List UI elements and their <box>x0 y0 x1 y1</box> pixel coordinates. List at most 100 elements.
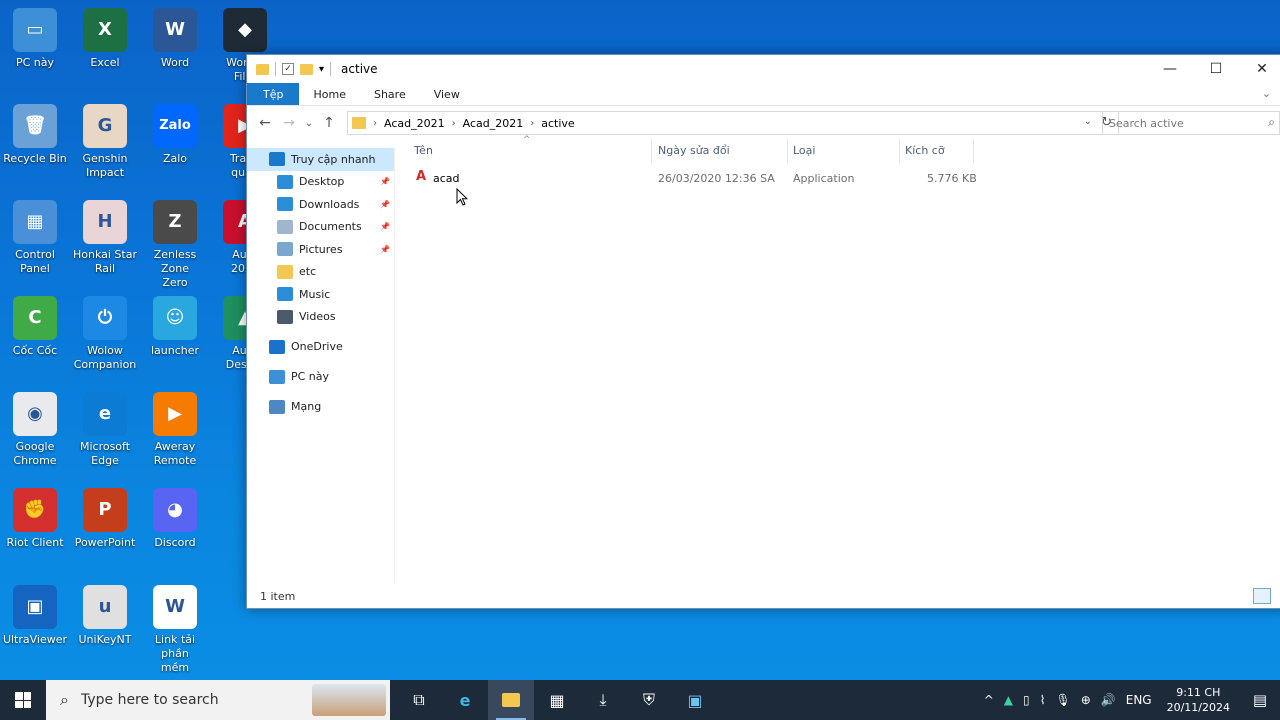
task-view-icon[interactable]: ⧉ <box>396 680 442 720</box>
app-icon: P <box>83 488 127 532</box>
address-bar[interactable]: › Acad_2021 › Acad_2021 › active ⌄ ↻ <box>347 111 1119 135</box>
installer-taskbar-icon[interactable]: ⤓ <box>580 680 626 720</box>
forward-button[interactable]: → <box>277 115 301 131</box>
desktop-icon[interactable]: ▦ Control Panel <box>0 200 70 276</box>
desktop: ▭ PC này X Excel W Word ◆ Wonde Film 🗑 Recycle Bi… <box>0 0 267 680</box>
desktop-icon[interactable]: P PowerPoint <box>70 488 140 550</box>
nav-item[interactable]: OneDrive <box>247 336 394 359</box>
taskbar-search[interactable]: ⌕ Type here to search <box>46 680 390 720</box>
app-icon: Z <box>153 200 197 244</box>
tab-share[interactable]: Share <box>360 83 420 105</box>
back-button[interactable]: ← <box>253 115 277 131</box>
column-type[interactable]: Loại <box>793 144 815 157</box>
nav-item[interactable]: Mạng <box>247 396 394 419</box>
start-button[interactable] <box>0 680 46 720</box>
network-icon[interactable]: ⊕ <box>1076 693 1096 707</box>
app-icon: H <box>83 200 127 244</box>
app-icon: G <box>83 104 127 148</box>
column-name[interactable]: Tên <box>414 144 433 157</box>
folder-icon <box>352 117 366 129</box>
close-button[interactable]: ✕ <box>1239 55 1280 83</box>
tab-view[interactable]: View <box>420 83 474 105</box>
nav-item[interactable]: Videos <box>247 306 394 329</box>
desktop-icon[interactable]: W Link tải phần mềm <box>140 585 210 675</box>
new-folder-icon[interactable] <box>300 63 313 75</box>
nav-item[interactable]: Truy cập nhanh <box>247 148 394 171</box>
desktop-icon[interactable]: W Word <box>140 8 210 70</box>
language-indicator[interactable]: ENG <box>1121 693 1157 707</box>
column-divider[interactable] <box>651 139 652 163</box>
desktop-icon[interactable]: u UniKeyNT <box>70 585 140 647</box>
recent-locations-icon[interactable]: ⌄ <box>301 118 317 129</box>
clock[interactable]: 9:11 CH 20/11/2024 <box>1157 685 1240 715</box>
chevron-up-icon[interactable]: ^ <box>979 693 999 707</box>
file-explorer-taskbar-icon[interactable] <box>488 680 534 720</box>
desktop-icon[interactable]: ◉ Google Chrome <box>0 392 70 468</box>
desktop-icon[interactable]: Z Zenless Zone Zero <box>140 200 210 290</box>
nav-item[interactable]: Documents 📌 <box>247 216 394 239</box>
desktop-icon[interactable]: ▶ Aweray Remote <box>140 392 210 468</box>
desktop-icon[interactable]: H Honkai Star Rail <box>70 200 140 276</box>
breadcrumb-item[interactable]: active <box>541 117 574 130</box>
desktop-icon[interactable]: ⏻ Wolow Companion <box>70 296 140 372</box>
security-taskbar-icon[interactable]: ⛨ <box>626 680 672 720</box>
windows-logo-icon <box>15 692 31 708</box>
nav-item[interactable]: PC này <box>247 366 394 389</box>
app-icon: ⏻ <box>83 296 127 340</box>
search-input[interactable]: Search active ⌕ <box>1102 111 1280 135</box>
pin-icon: 📌 <box>380 199 390 209</box>
chevron-down-icon[interactable]: ⌄ <box>1084 116 1092 127</box>
microphone-icon[interactable]: 🎙 <box>1050 693 1075 707</box>
autodesk-tray-icon[interactable]: ▲ <box>999 693 1018 707</box>
notification-icon[interactable]: ▤ <box>1240 691 1280 709</box>
breadcrumb-item[interactable]: Acad_2021 <box>463 117 524 130</box>
maximize-button[interactable]: ☐ <box>1193 55 1239 83</box>
desktop-icon[interactable]: Zalo Zalo <box>140 104 210 166</box>
desktop-icon-label: Riot Client <box>6 536 64 549</box>
edge-taskbar-icon[interactable]: e <box>442 680 488 720</box>
desktop-icon[interactable]: ☺ launcher <box>140 296 210 358</box>
details-view-icon[interactable] <box>1253 588 1271 604</box>
desktop-icon[interactable]: 🗑 Recycle Bin <box>0 104 70 166</box>
desktop-icon[interactable]: C Cốc Cốc <box>0 296 70 358</box>
device-tray-icon[interactable]: ▯ <box>1018 693 1035 707</box>
app-taskbar-icon[interactable]: ▣ <box>672 680 718 720</box>
desktop-icon[interactable]: X Excel <box>70 8 140 70</box>
nav-item[interactable]: Desktop 📌 <box>247 171 394 194</box>
up-button[interactable]: ↑ <box>317 115 341 131</box>
app-icon: C <box>13 296 57 340</box>
desktop-icon[interactable]: ▭ PC này <box>0 8 70 70</box>
desktop-icon[interactable]: ▣ UltraViewer <box>0 585 70 647</box>
usb-tray-icon[interactable]: ⌇ <box>1035 693 1051 707</box>
desktop-icon[interactable]: e Microsoft Edge <box>70 392 140 468</box>
desktop-icon[interactable]: G Genshin Impact <box>70 104 140 180</box>
tab-home[interactable]: Home <box>299 83 359 105</box>
expand-ribbon-icon[interactable]: ⌄ <box>1262 87 1271 100</box>
desktop-icon[interactable]: ◕ Discord <box>140 488 210 550</box>
customize-qat-icon[interactable]: ▾ <box>319 64 324 75</box>
nav-item[interactable]: Downloads 📌 <box>247 193 394 216</box>
file-row[interactable]: Aacad 26/03/2020 12:36 SA Application 5.776… <box>407 168 1127 190</box>
desktop-icon[interactable]: ✊ Riot Client <box>0 488 70 550</box>
pin-icon: 📌 <box>380 244 390 254</box>
tab-file[interactable]: Tệp <box>247 83 300 105</box>
store-taskbar-icon[interactable]: ▦ <box>534 680 580 720</box>
properties-icon[interactable]: ✓ <box>282 63 294 75</box>
breadcrumb-item[interactable]: Acad_2021 <box>384 117 445 130</box>
app-icon: ▭ <box>13 8 57 52</box>
volume-icon[interactable]: 🔊 <box>1096 693 1121 707</box>
nav-item[interactable]: Pictures 📌 <box>247 238 394 261</box>
desktop-icon-label: UltraViewer <box>2 633 68 646</box>
nav-item[interactable]: Music <box>247 283 394 306</box>
column-divider[interactable] <box>899 139 900 163</box>
mouse-cursor-icon <box>456 188 468 206</box>
nav-item[interactable]: etc <box>247 261 394 284</box>
nav-item-label: PC này <box>291 370 330 384</box>
nav-folder-icon <box>277 219 293 234</box>
column-size[interactable]: Kích cỡ <box>905 144 945 157</box>
minimize-button[interactable]: — <box>1147 55 1193 83</box>
file-date: 26/03/2020 12:36 SA <box>658 172 775 185</box>
column-date[interactable]: Ngày sửa đổi <box>658 144 730 157</box>
column-divider[interactable] <box>787 139 788 163</box>
column-divider[interactable] <box>973 139 974 163</box>
